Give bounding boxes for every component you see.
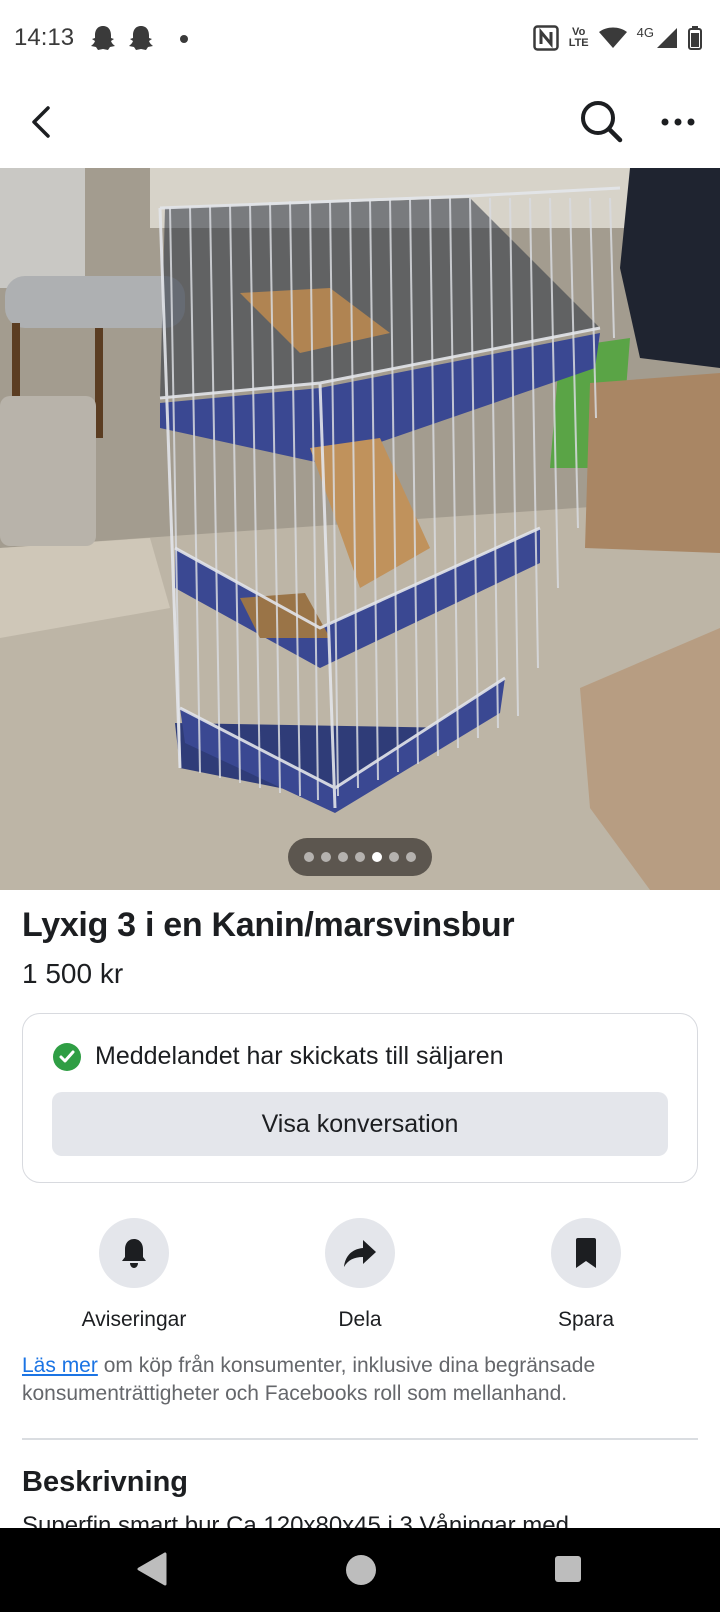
consumer-disclaimer: Läs mer om köp från konsumenter, inklusi…	[22, 1352, 702, 1408]
chevron-left-icon	[32, 106, 50, 138]
pager-dot	[389, 852, 399, 862]
view-conversation-button[interactable]: Visa konversation	[52, 1092, 668, 1156]
share-action[interactable]: Dela	[270, 1218, 450, 1332]
volte-bottom-label: LTE	[568, 37, 589, 49]
more-horizontal-icon	[661, 118, 695, 126]
notification-dot	[180, 35, 188, 43]
check-circle-icon	[53, 1042, 81, 1071]
search-button[interactable]	[578, 98, 624, 144]
pager-dot	[355, 852, 365, 862]
photo-pager	[288, 838, 432, 876]
notifications-action[interactable]: Aviseringar	[44, 1218, 224, 1332]
network-type-label: 4G	[636, 24, 654, 40]
read-more-link[interactable]: Läs mer	[22, 1354, 98, 1377]
message-status-text: Meddelandet har skickats till säljaren	[95, 1042, 504, 1070]
save-button[interactable]	[551, 1218, 621, 1288]
notifications-label: Aviseringar	[81, 1308, 187, 1331]
bookmark-icon	[576, 1238, 596, 1268]
share-label: Dela	[338, 1308, 382, 1331]
listing-actions: Aviseringar Dela Spara	[0, 1218, 720, 1332]
cage-photo-illustration	[0, 168, 720, 890]
more-options-button[interactable]	[656, 104, 700, 140]
section-divider	[22, 1438, 698, 1440]
nav-back-icon[interactable]	[137, 1552, 167, 1586]
description-heading: Beskrivning	[22, 1466, 188, 1498]
pager-dot	[406, 852, 416, 862]
notifications-button[interactable]	[99, 1218, 169, 1288]
listing-photo[interactable]	[0, 168, 720, 890]
pager-dot-active	[372, 852, 382, 862]
disclaimer-text: om köp från konsumenter, inklusive dina …	[22, 1354, 596, 1405]
status-bar: 14:13 Vo LTE 4G	[0, 0, 720, 78]
snapchat-ghost-icon	[91, 26, 115, 50]
signal-icon	[657, 28, 677, 48]
back-button[interactable]	[22, 100, 66, 144]
search-icon	[581, 101, 623, 143]
wifi-icon	[598, 27, 627, 48]
message-status-row: Meddelandet har skickats till säljaren	[53, 1042, 504, 1071]
nav-recents-icon[interactable]	[555, 1556, 581, 1582]
save-action[interactable]: Spara	[496, 1218, 676, 1332]
nfc-icon	[532, 25, 559, 51]
system-navigation-bar	[0, 1528, 720, 1612]
status-time: 14:13	[14, 24, 75, 51]
save-label: Spara	[557, 1308, 615, 1331]
top-nav-bar	[0, 78, 720, 168]
pager-dot	[304, 852, 314, 862]
share-button[interactable]	[325, 1218, 395, 1288]
pager-dot	[321, 852, 331, 862]
snapchat-ghost-icon	[129, 26, 153, 50]
bell-icon	[122, 1239, 146, 1268]
listing-title: Lyxig 3 i en Kanin/marsvinsbur	[22, 906, 515, 944]
message-sent-card: Meddelandet har skickats till säljaren V…	[22, 1013, 698, 1183]
pager-dot	[338, 852, 348, 862]
nav-home-icon[interactable]	[346, 1555, 376, 1585]
volte-icon: Vo LTE	[569, 27, 589, 49]
share-arrow-icon	[344, 1240, 376, 1267]
battery-icon	[688, 26, 702, 50]
listing-price: 1 500 kr	[22, 958, 124, 989]
